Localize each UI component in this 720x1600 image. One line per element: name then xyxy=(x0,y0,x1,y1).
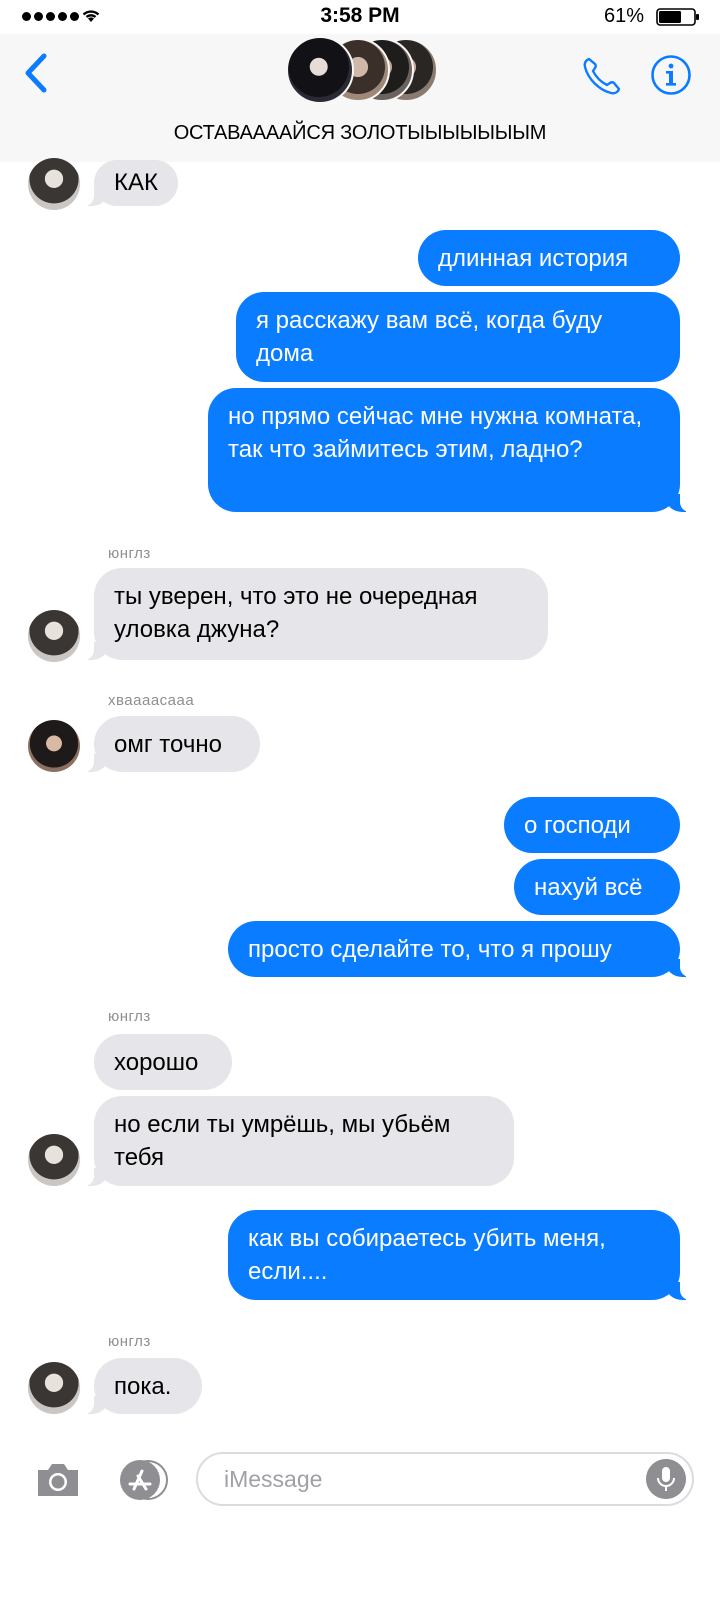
battery-icon xyxy=(656,8,699,26)
outgoing-message[interactable]: но прямо сейчас мне нужна комната, так ч… xyxy=(208,388,690,512)
status-bar: 3:58 PM 61% xyxy=(0,0,720,34)
sender-name: юнглз xyxy=(108,545,151,562)
incoming-message[interactable]: хорошо xyxy=(94,1034,232,1090)
incoming-message[interactable]: но если ты умрёшь, мы убьём тебя xyxy=(84,1096,514,1186)
incoming-message[interactable]: омг точно xyxy=(84,716,260,772)
outgoing-message[interactable]: длинная история xyxy=(418,230,680,286)
avatar xyxy=(28,720,80,772)
sender-name: хваааасааа xyxy=(108,692,195,709)
incoming-message[interactable]: КАК xyxy=(84,160,178,206)
message-input[interactable]: iMessage xyxy=(196,1452,694,1506)
incoming-message[interactable]: ты уверен, что это не очередная уловка д… xyxy=(84,568,548,660)
group-avatars[interactable] xyxy=(286,34,446,108)
app-store-icon[interactable] xyxy=(114,1458,172,1502)
phone-icon[interactable] xyxy=(580,54,624,98)
microphone-icon[interactable] xyxy=(646,1459,686,1499)
sender-name: юнглз xyxy=(108,1333,151,1350)
chevron-left-icon[interactable] xyxy=(22,52,50,94)
incoming-message[interactable]: пока. xyxy=(84,1358,202,1414)
info-icon[interactable] xyxy=(650,54,692,96)
battery-percentage: 61% xyxy=(603,5,644,27)
avatar xyxy=(28,1134,80,1186)
avatar xyxy=(28,158,80,210)
outgoing-message[interactable]: я расскажу вам всё, когда буду дома xyxy=(236,292,680,382)
conversation-header: ОСТАВААААЙСЯ ЗОЛОТЫЫЫЫЫЫЫМ xyxy=(0,34,720,162)
conversation-title[interactable]: ОСТАВААААЙСЯ ЗОЛОТЫЫЫЫЫЫЫМ xyxy=(0,122,720,145)
outgoing-message[interactable]: нахуй всё xyxy=(514,859,680,915)
avatar xyxy=(28,1362,80,1414)
outgoing-message[interactable]: просто сделайте то, что я прошу xyxy=(228,921,690,977)
message-input-placeholder: iMessage xyxy=(224,1466,323,1492)
outgoing-message[interactable]: как вы собираетесь убить меня, если.... xyxy=(228,1210,690,1300)
camera-icon[interactable] xyxy=(34,1460,82,1500)
message-composer: iMessage xyxy=(0,1444,720,1518)
avatar xyxy=(286,36,354,104)
outgoing-message[interactable]: о господи xyxy=(504,797,680,853)
sender-name: юнглз xyxy=(108,1008,151,1025)
avatar xyxy=(28,610,80,662)
